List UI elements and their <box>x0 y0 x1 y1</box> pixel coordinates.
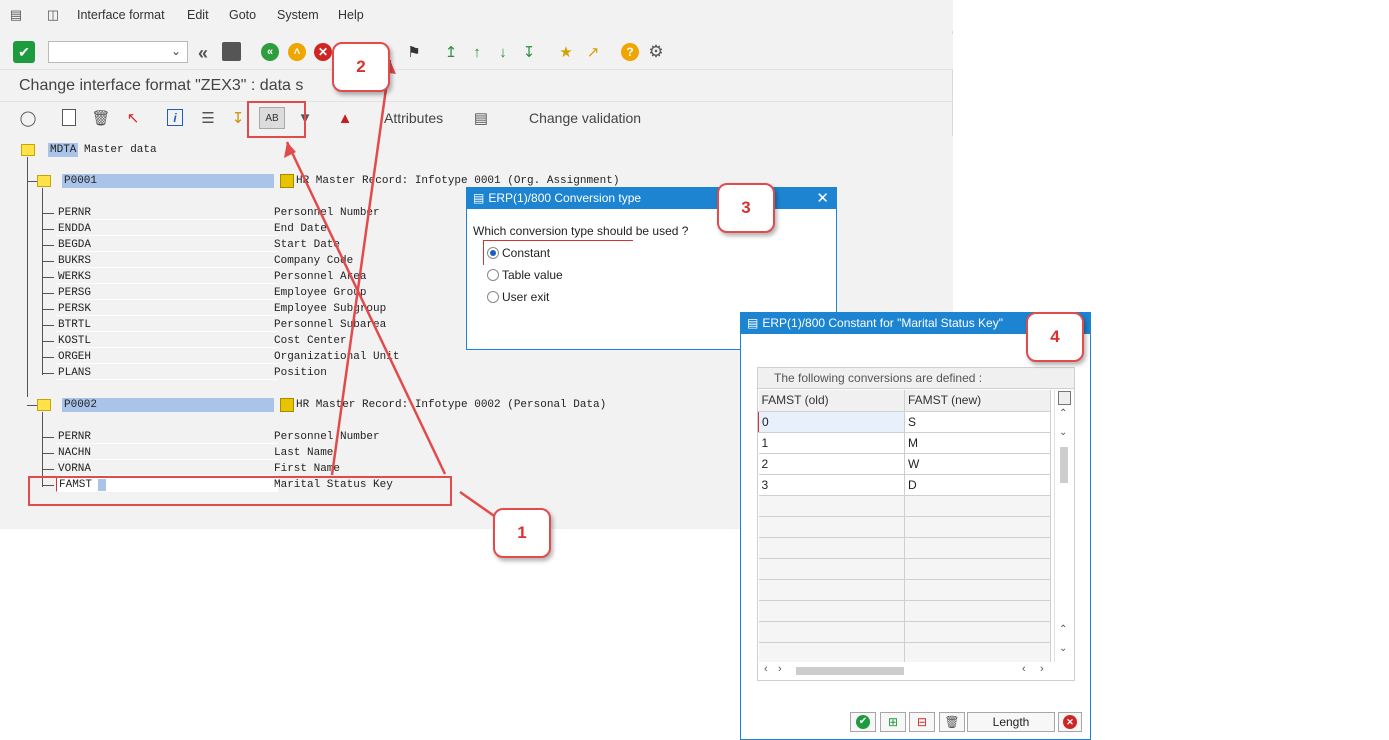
cell-new[interactable]: W <box>904 453 1051 475</box>
cell-old[interactable] <box>758 495 905 517</box>
delete-row-button[interactable]: ⊟ <box>909 712 935 732</box>
table-title: The following conversions are defined : <box>758 368 1074 389</box>
horizontal-scrollbar[interactable]: ‹ › ‹ › <box>758 662 1054 680</box>
table-row[interactable] <box>758 495 1051 517</box>
scroll-thumb[interactable] <box>796 667 904 675</box>
scroll-right-icon[interactable]: › <box>778 663 782 675</box>
scroll-down-icon[interactable]: ⌄ <box>1059 643 1067 654</box>
cell-new[interactable] <box>904 600 1051 622</box>
cell-old[interactable]: 3 <box>758 474 905 496</box>
cancel-icon: ✕ <box>1063 715 1077 729</box>
dialog-title: ERP(1)/800 Constant for "Marital Status … <box>762 316 1003 330</box>
cell-old[interactable]: 1 <box>758 432 905 454</box>
radio-constant-label[interactable]: Constant <box>502 246 550 260</box>
cell-old[interactable] <box>758 600 905 622</box>
check-icon: ✔ <box>856 715 870 729</box>
table-row[interactable] <box>758 600 1051 622</box>
insert-row-icon: ⊞ <box>887 715 899 729</box>
callout-1: 1 <box>493 508 551 558</box>
table-row[interactable] <box>758 558 1051 580</box>
radio-user-exit[interactable] <box>487 291 499 303</box>
callout-2: 2 <box>332 42 390 92</box>
conversion-question: Which conversion type should be used ? <box>473 224 689 238</box>
cancel-button[interactable]: ✕ <box>1058 712 1082 732</box>
table-row[interactable]: 3D <box>758 474 1051 496</box>
cell-old[interactable]: 0 <box>758 411 905 433</box>
table-row[interactable]: 2W <box>758 453 1051 475</box>
radio-table-value[interactable] <box>487 269 499 281</box>
scroll-left-icon[interactable]: ‹ <box>1022 663 1026 675</box>
radio-user-exit-label[interactable]: User exit <box>502 290 549 304</box>
cell-new[interactable] <box>904 516 1051 538</box>
cell-new[interactable]: D <box>904 474 1051 496</box>
table-row[interactable] <box>758 579 1051 601</box>
cell-old[interactable] <box>758 621 905 643</box>
dialog-title: ERP(1)/800 Conversion type <box>488 191 642 205</box>
callout-3: 3 <box>717 183 775 233</box>
cell-new[interactable]: S <box>904 411 1051 433</box>
cell-new[interactable] <box>904 621 1051 643</box>
cell-old[interactable] <box>758 558 905 580</box>
dialog-titlebar: ▤ ERP(1)/800 Conversion type <box>467 188 836 209</box>
window-icon: ▤ <box>747 316 759 330</box>
radio-constant[interactable] <box>487 247 499 259</box>
table-row[interactable]: 1M <box>758 432 1051 454</box>
scroll-left-icon[interactable]: ‹ <box>764 663 768 675</box>
scroll-up-icon[interactable]: ⌃ <box>1059 624 1067 635</box>
scroll-up-icon[interactable]: ⌃ <box>1059 408 1067 419</box>
cell-old[interactable]: 2 <box>758 453 905 475</box>
cell-new[interactable] <box>904 579 1051 601</box>
annotation-arrows <box>284 59 1031 522</box>
cell-old[interactable] <box>758 537 905 559</box>
cell-new[interactable] <box>904 537 1051 559</box>
length-button[interactable]: Length <box>967 712 1055 732</box>
scroll-down-icon[interactable]: ⌄ <box>1059 427 1067 438</box>
cell-new[interactable] <box>904 642 1051 664</box>
trash-icon: 🗑 <box>944 715 960 729</box>
confirm-button[interactable]: ✔ <box>850 712 876 732</box>
scroll-thumb[interactable] <box>1060 447 1068 483</box>
vertical-scrollbar[interactable]: ⌃ ⌄ ⌃ ⌄ <box>1054 390 1074 662</box>
column-header-new[interactable]: FAMST (new) <box>904 390 1051 412</box>
conversion-table-panel: The following conversions are defined : … <box>757 367 1075 681</box>
insert-row-button[interactable]: ⊞ <box>880 712 906 732</box>
cell-new[interactable] <box>904 495 1051 517</box>
cell-new[interactable] <box>904 558 1051 580</box>
delete-row-icon: ⊟ <box>916 715 928 729</box>
cell-new[interactable]: M <box>904 432 1051 454</box>
table-row[interactable] <box>758 642 1051 664</box>
constant-dialog: ▤ ERP(1)/800 Constant for "Marital Status… <box>740 312 1091 740</box>
close-icon[interactable]: ✕ <box>816 189 829 207</box>
window-icon: ▤ <box>473 191 485 205</box>
column-header-old[interactable]: FAMST (old) <box>758 390 905 412</box>
table-settings-icon[interactable] <box>1058 391 1071 405</box>
radio-table-value-label[interactable]: Table value <box>502 268 563 282</box>
trash-button[interactable]: 🗑 <box>939 712 965 732</box>
scroll-right-icon[interactable]: › <box>1040 663 1044 675</box>
cell-old[interactable] <box>758 579 905 601</box>
conversion-table: FAMST (old) FAMST (new) 0S1M2W3D <box>758 390 1051 664</box>
cell-old[interactable] <box>758 516 905 538</box>
table-row[interactable] <box>758 621 1051 643</box>
table-row[interactable]: 0S <box>758 411 1051 433</box>
arrow-line <box>285 141 447 475</box>
table-row[interactable] <box>758 537 1051 559</box>
cell-old[interactable] <box>758 642 905 664</box>
callout-4: 4 <box>1026 312 1084 362</box>
table-row[interactable] <box>758 516 1051 538</box>
arrow-line <box>330 59 392 476</box>
